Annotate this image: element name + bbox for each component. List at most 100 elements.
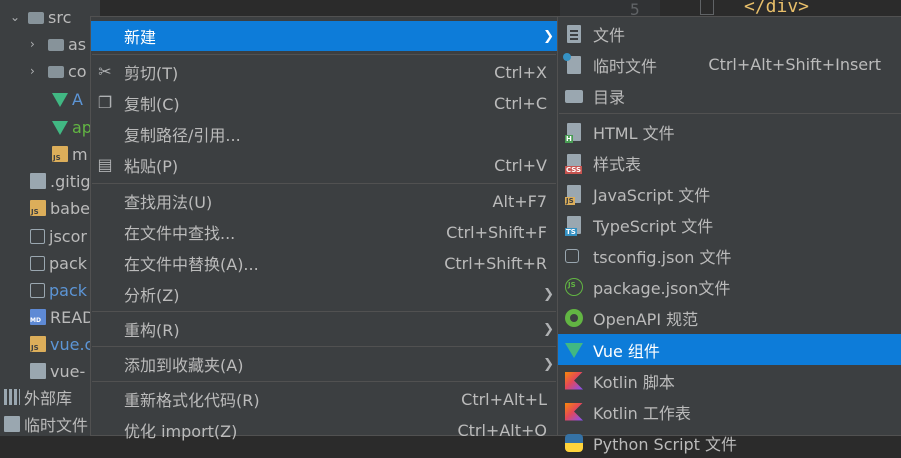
- tree-node-package-json[interactable]: pack: [30, 250, 87, 276]
- chevron-right-icon[interactable]: ›: [30, 37, 42, 51]
- vue-icon: [565, 343, 583, 358]
- chevron-down-icon[interactable]: ⌄: [10, 10, 22, 24]
- tree-node-package-lock[interactable]: pack: [30, 277, 87, 303]
- tree-node-label: as: [68, 34, 87, 54]
- tree-node-src[interactable]: ⌄ src: [10, 4, 72, 30]
- submenu-arrow-icon: ❯: [543, 321, 554, 337]
- menu-separator: [92, 54, 556, 55]
- json-file-icon: [30, 282, 45, 298]
- submenu-item-stylesheet[interactable]: 样式表: [558, 147, 901, 178]
- tree-node-label: babe: [50, 198, 90, 218]
- submenu-item-tsconfig[interactable]: tsconfig.json 文件: [558, 240, 901, 271]
- tree-node-vue-other[interactable]: vue-: [30, 358, 85, 384]
- tree-node-readme[interactable]: READ: [30, 304, 95, 330]
- config-file-icon: [565, 248, 579, 263]
- submenu-item-label: Python Script 文件: [593, 434, 738, 454]
- tree-node-app-vue[interactable]: A: [52, 86, 83, 112]
- menu-separator: [559, 113, 901, 114]
- tree-node-label: 临时文件: [24, 416, 89, 435]
- menu-item-new[interactable]: 新建 ❯: [91, 21, 557, 51]
- menu-item-paste[interactable]: ▤ 粘贴(P) Ctrl+V: [91, 150, 557, 180]
- tree-node-assets[interactable]: › as: [30, 31, 86, 57]
- tree-node-label: m: [72, 144, 88, 164]
- menu-item-add-to-favorites[interactable]: 添加到收藏夹(A) ❯: [91, 349, 557, 379]
- submenu-item-html-file[interactable]: HTML 文件: [558, 116, 901, 147]
- js-file-icon: [52, 146, 68, 162]
- submenu-item-kotlin-script[interactable]: Kotlin 脚本: [558, 365, 901, 396]
- openapi-icon: [565, 308, 583, 327]
- submenu-arrow-icon: ❯: [543, 356, 554, 372]
- tree-node-label: jscor: [49, 226, 87, 246]
- menu-item-shortcut: Ctrl+Alt+O: [457, 420, 547, 440]
- menu-item-label: 重新格式化代码(R): [124, 391, 260, 410]
- menu-item-label: 复制(C): [124, 95, 180, 114]
- menu-item-label: 新建: [124, 28, 157, 47]
- tree-node-external-libraries[interactable]: 外部库: [4, 384, 72, 410]
- fold-marker-icon[interactable]: [700, 0, 714, 15]
- tree-node-label: src: [48, 7, 72, 27]
- menu-item-shortcut: Ctrl+V: [494, 155, 547, 175]
- file-icon: [567, 24, 581, 43]
- project-tree: ⌄ src › as › co A ap m .gitig babe jscor…: [0, 0, 100, 436]
- chevron-right-icon[interactable]: ›: [30, 64, 42, 78]
- submenu-item-label: 样式表: [593, 154, 642, 174]
- submenu-item-file[interactable]: 文件: [558, 18, 901, 49]
- menu-item-cut[interactable]: ✂ 剪切(T) Ctrl+X: [91, 57, 557, 87]
- json-file-icon: [30, 228, 45, 244]
- submenu-item-label: 临时文件: [593, 56, 658, 76]
- menu-item-analyze[interactable]: 分析(Z) ❯: [91, 279, 557, 309]
- submenu-item-scratch-file[interactable]: 临时文件 Ctrl+Alt+Shift+Insert: [558, 49, 901, 80]
- tree-node-scratches[interactable]: 临时文件: [4, 411, 88, 437]
- menu-item-replace-in-files[interactable]: 在文件中替换(A)... Ctrl+Shift+R: [91, 248, 557, 278]
- js-file-icon: [30, 200, 46, 216]
- submenu-item-directory[interactable]: 目录: [558, 80, 901, 111]
- tree-node-label: 外部库: [24, 389, 73, 408]
- tree-node-vue-config[interactable]: vue.c: [30, 331, 93, 357]
- submenu-item-shortcut: Ctrl+Alt+Shift+Insert: [708, 55, 881, 74]
- submenu-arrow-icon: ❯: [543, 286, 554, 302]
- menu-item-find-in-files[interactable]: 在文件中查找... Ctrl+Shift+F: [91, 217, 557, 247]
- menu-item-shortcut: Ctrl+C: [493, 93, 547, 113]
- menu-item-label: 在文件中查找...: [124, 224, 236, 243]
- menu-item-label: 剪切(T): [124, 64, 179, 83]
- menu-item-copy-path[interactable]: 复制路径/引用...: [91, 119, 557, 149]
- copy-icon: ❐: [97, 93, 113, 112]
- submenu-item-python-script[interactable]: Python Script 文件: [558, 427, 901, 458]
- kotlin-icon: [565, 371, 583, 390]
- context-menu: 新建 ❯ ✂ 剪切(T) Ctrl+X ❐ 复制(C) Ctrl+C 复制路径/…: [90, 16, 558, 441]
- menu-item-optimize-imports[interactable]: 优化 import(Z) Ctrl+Alt+O: [91, 415, 557, 445]
- submenu-item-javascript-file[interactable]: JavaScript 文件: [558, 178, 901, 209]
- submenu-item-vue-component[interactable]: Vue 组件: [558, 334, 901, 365]
- tree-node-jsconfig[interactable]: jscor: [30, 223, 87, 249]
- submenu-item-typescript-file[interactable]: TypeScript 文件: [558, 209, 901, 240]
- tree-node-label: .gitig: [50, 171, 91, 191]
- tree-node-components[interactable]: › co: [30, 58, 87, 84]
- tree-node-label: co: [68, 61, 87, 81]
- tree-node-main-js[interactable]: m: [52, 141, 88, 167]
- menu-item-label: 在文件中替换(A)...: [124, 255, 259, 274]
- submenu-item-kotlin-worksheet[interactable]: Kotlin 工作表: [558, 396, 901, 427]
- menu-item-label: 查找用法(U): [124, 193, 213, 212]
- menu-item-reformat-code[interactable]: 重新格式化代码(R) Ctrl+Alt+L: [91, 384, 557, 414]
- submenu-arrow-icon: ❯: [543, 28, 554, 44]
- menu-item-label: 复制路径/引用...: [124, 126, 241, 145]
- submenu-item-label: TypeScript 文件: [593, 216, 714, 236]
- html-file-icon: [565, 122, 581, 143]
- submenu-item-openapi[interactable]: OpenAPI 规范: [558, 302, 901, 333]
- menu-separator: [92, 346, 556, 347]
- submenu-item-label: Kotlin 工作表: [593, 403, 691, 423]
- tree-node-label: pack: [49, 280, 88, 300]
- menu-item-find-usages[interactable]: 查找用法(U) Alt+F7: [91, 186, 557, 216]
- tree-node-gitignore[interactable]: .gitig: [30, 168, 91, 194]
- ts-file-icon: [565, 215, 581, 236]
- file-icon: [30, 363, 46, 379]
- tree-node-babel[interactable]: babe: [30, 195, 90, 221]
- tree-node-app[interactable]: ap: [52, 114, 92, 140]
- submenu-item-label: Kotlin 脚本: [593, 372, 675, 392]
- menu-item-copy[interactable]: ❐ 复制(C) Ctrl+C: [91, 88, 557, 118]
- submenu-item-package-json[interactable]: package.json文件: [558, 271, 901, 302]
- ignore-file-icon: [30, 173, 46, 189]
- submenu-item-label: 目录: [593, 87, 626, 107]
- scratch-file-icon: [563, 52, 581, 74]
- menu-item-refactor[interactable]: 重构(R) ❯: [91, 314, 557, 344]
